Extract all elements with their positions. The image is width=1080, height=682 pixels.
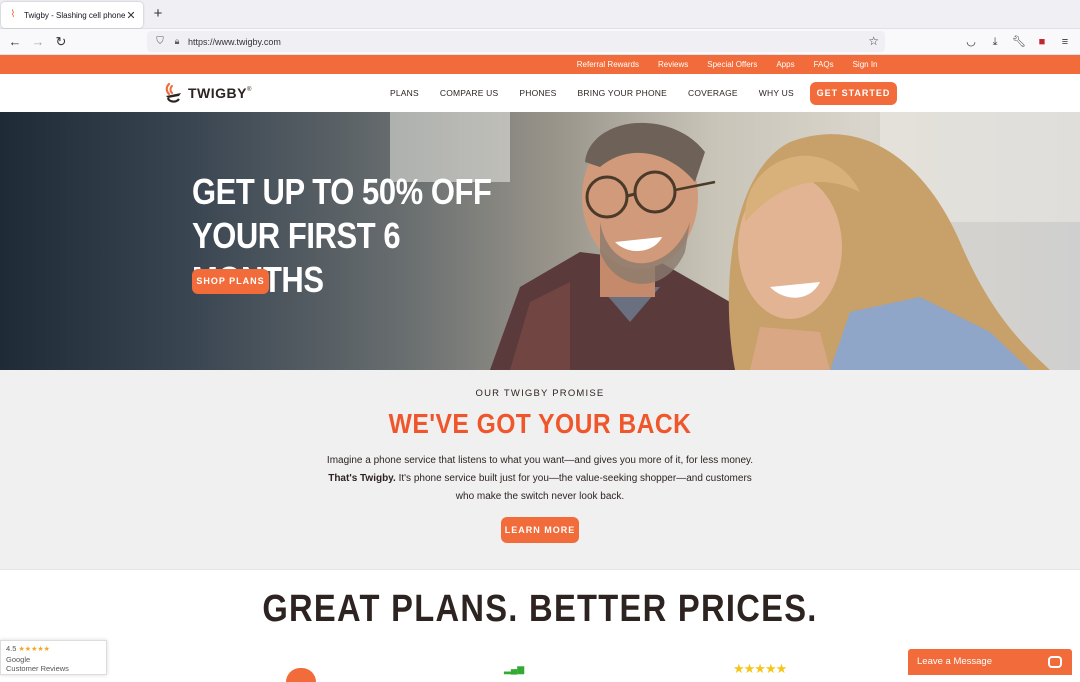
nav-bring-your-phone[interactable]: BRING YOUR PHONE (578, 88, 667, 98)
close-tab-icon[interactable]: ✕ (125, 9, 137, 22)
promise-line3: who make the switch never look back. (455, 491, 625, 502)
pocket-icon[interactable]: ◡ (962, 33, 980, 51)
reload-icon[interactable]: ↻ (52, 33, 70, 51)
leave-message-chat-button[interactable]: Leave a Message (908, 649, 1072, 675)
utility-links: Referral Rewards Reviews Special Offers … (567, 55, 887, 74)
browser-tab-bar: ⌇ Twigby - Slashing cell phone bills ✕ + (0, 0, 1080, 29)
address-bar[interactable]: ⛉ 🔒︎ https://www.twigby.com ☆ (147, 31, 885, 52)
hero-headline-line1: GET UP TO 50% OFF (192, 171, 492, 212)
promise-line2: It's phone service built just for you—th… (395, 473, 752, 484)
shield-icon[interactable]: ⛉ (153, 36, 167, 47)
twigby-logo[interactable]: TWIGBY ® (163, 80, 251, 106)
review-label: Customer Reviews (6, 664, 69, 673)
utility-bar: Referral Rewards Reviews Special Offers … (0, 55, 1080, 74)
review-score: 4.5 (6, 644, 17, 653)
bookmark-star-icon[interactable]: ☆ (868, 34, 879, 48)
faqs-link[interactable]: FAQs (804, 55, 843, 74)
menu-hamburger-icon[interactable]: ≡ (1056, 33, 1074, 51)
forward-arrow-icon[interactable]: → (29, 33, 47, 51)
nav-phones[interactable]: PHONES (519, 88, 556, 98)
extensions-wrench-icon[interactable]: 🔧︎ (1010, 33, 1028, 51)
chat-bubble-icon (1048, 656, 1062, 668)
nav-plans[interactable]: PLANS (390, 88, 419, 98)
referral-rewards-link[interactable]: Referral Rewards (567, 55, 648, 74)
hero-banner: GET UP TO 50% OFF YOUR FIRST 6 MONTHS SH… (0, 112, 1080, 370)
promise-title: WE'VE GOT YOUR BACK (388, 408, 692, 439)
google-reviews-badge[interactable]: 4.5 ★★★★★ Google Customer Reviews (0, 640, 107, 675)
shop-plans-button[interactable]: SHOP PLANS (192, 269, 269, 294)
promise-section: OUR TWIGBY PROMISE WE'VE GOT YOUR BACK I… (0, 370, 1080, 570)
nav-compare-us[interactable]: COMPARE US (440, 88, 499, 98)
main-nav: PLANS COMPARE US PHONES BRING YOUR PHONE… (390, 74, 815, 112)
nav-coverage[interactable]: COVERAGE (688, 88, 738, 98)
apps-link[interactable]: Apps (767, 55, 804, 74)
plan-icon-partial (286, 668, 316, 682)
signal-icon-partial: ▂▄▆ (504, 664, 525, 674)
plans-title: GREAT PLANS. BETTER PRICES. (262, 588, 818, 630)
browser-tab-active[interactable]: ⌇ Twigby - Slashing cell phone bills ✕ (1, 2, 143, 28)
twigby-favicon-icon: ⌇ (10, 9, 16, 20)
site-header: TWIGBY ® PLANS COMPARE US PHONES BRING Y… (0, 74, 1080, 112)
tab-title: Twigby - Slashing cell phone bills (24, 10, 125, 20)
review-source: Google (6, 654, 31, 664)
promise-bold: That's Twigby. (328, 473, 396, 484)
learn-more-button[interactable]: LEARN MORE (501, 517, 579, 543)
back-arrow-icon[interactable]: ← (6, 33, 24, 51)
nav-why-us[interactable]: WHY US (759, 88, 794, 98)
new-tab-button[interactable]: + (150, 5, 166, 23)
url-text[interactable]: https://www.twigby.com (188, 37, 281, 47)
downloads-icon[interactable]: ⤓ (986, 33, 1004, 51)
addon-badge-icon[interactable]: ■ (1033, 33, 1051, 51)
lock-icon[interactable]: 🔒︎ (171, 36, 183, 47)
browser-nav-bar: ← → ↻ ⛉ 🔒︎ https://www.twigby.com ☆ ◡ ⤓ … (0, 29, 1080, 55)
special-offers-link[interactable]: Special Offers (698, 55, 767, 74)
logo-registered-mark: ® (247, 87, 252, 93)
chat-label: Leave a Message (917, 656, 992, 667)
review-stars-icon: ★★★★★ (18, 646, 50, 653)
get-started-button[interactable]: GET STARTED (810, 82, 897, 105)
sign-in-link[interactable]: Sign In (843, 55, 887, 74)
reviews-link[interactable]: Reviews (649, 55, 698, 74)
logo-wordmark: TWIGBY (188, 85, 247, 101)
promise-eyebrow: OUR TWIGBY PROMISE (475, 388, 605, 399)
twigby-logo-icon (165, 82, 181, 103)
promise-line1: Imagine a phone service that listens to … (326, 455, 754, 466)
hero-couple-photo (490, 122, 1050, 370)
promise-body: Imagine a phone service that listens to … (290, 452, 790, 506)
